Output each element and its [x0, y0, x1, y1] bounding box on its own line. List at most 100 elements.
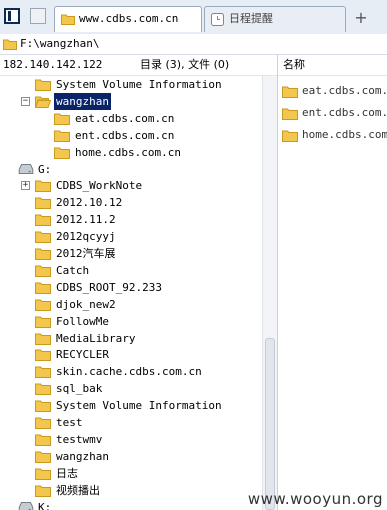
drive-icon [18, 501, 34, 510]
folder-icon [35, 434, 51, 446]
folder-icon [35, 316, 51, 328]
scrollbar-thumb[interactable] [265, 338, 275, 510]
tree-folder-node[interactable]: 2012汽车展 [0, 245, 262, 262]
tree-node-label: G: [38, 162, 52, 176]
item-count: 目录 (3), 文件 (0) [140, 58, 230, 71]
tree-drive-node[interactable]: G: [0, 161, 262, 178]
folder-icon [35, 299, 51, 311]
tree-node-label: wangzhan [56, 449, 109, 463]
tree-folder-node[interactable]: RECYCLER [0, 346, 262, 363]
tree-folder-node[interactable]: djok_new2 [0, 296, 262, 313]
folder-icon [35, 197, 51, 210]
folder-icon [35, 265, 51, 277]
tree-node-label: 2012汽车展 [56, 247, 116, 260]
tree-folder-node[interactable]: 2012.11.2 [0, 211, 262, 228]
folder-icon [61, 14, 75, 25]
drive-icon [18, 163, 34, 174]
folder-icon [282, 130, 298, 142]
folder-icon [35, 383, 51, 396]
tree-scrollbar[interactable] [262, 76, 277, 510]
folder-icon [35, 485, 51, 497]
tree-node-label: test [56, 416, 83, 429]
folder-icon [35, 366, 51, 379]
folder-icon [54, 147, 70, 159]
tree-node-label: skin.cache.cdbs.com.cn [56, 365, 202, 379]
watermark: www.wooyun.org [247, 490, 383, 508]
tree-node-label: 日志 [56, 466, 78, 480]
tree-folder-node[interactable]: 2012qcyyj [0, 228, 262, 245]
tree-node-label: eat.cdbs.com.cn [75, 111, 175, 125]
folder-icon [35, 349, 51, 362]
tree-node-label: 视频播出 [56, 483, 100, 497]
folder-icon [54, 130, 70, 142]
tree-folder-node[interactable]: 日志 [0, 465, 262, 482]
panel-toggle-icon[interactable] [4, 8, 20, 24]
tree-node-label: MediaLibrary [56, 331, 136, 345]
tree-node-label: testwmv [56, 432, 103, 446]
tree-drive-node[interactable]: K: [0, 499, 262, 510]
tree-node-label: System Volume Information [56, 399, 222, 413]
folder-icon [35, 333, 51, 345]
tree-folder-node[interactable]: FollowMe [0, 313, 262, 330]
address-path: F:\wangzhan\ [20, 37, 100, 50]
tree-node-label: 2012.11.2 [56, 213, 116, 227]
folder-icon [282, 108, 298, 120]
tree-folder-node[interactable]: System Volume Information [0, 397, 262, 414]
tree-folder-node[interactable]: 2012.10.12 [0, 194, 262, 211]
address-bar[interactable]: F:\wangzhan\ [0, 34, 387, 55]
expand-toggle[interactable]: + [21, 181, 30, 191]
file-list-label: eat.cdbs.com.cn [302, 84, 387, 97]
collapse-toggle[interactable]: − [21, 96, 30, 106]
tree-node-label: 2012qcyyj [56, 230, 116, 244]
tree-folder-node[interactable]: − wangzhan [0, 92, 262, 110]
tree-node-label: CDBS_ROOT_92.233 [56, 280, 162, 294]
tree-folder-node[interactable]: test [0, 414, 262, 431]
tree-folder-node[interactable]: home.cdbs.com.cn [0, 144, 262, 161]
tab-label: www.cdbs.com.cn [79, 12, 179, 25]
tree-folder-node[interactable]: CDBS_ROOT_92.233 [0, 279, 262, 296]
tree-node-label: RECYCLER [56, 348, 109, 362]
info-header: 182.140.142.122 目录 (3), 文件 (0) 名称 [0, 55, 387, 76]
tab-bar: www.cdbs.com.cn 日程提醒 + [0, 0, 387, 35]
tree-folder-node[interactable]: ent.cdbs.com.cn [0, 127, 262, 144]
tree-folder-node[interactable]: MediaLibrary [0, 330, 262, 347]
tree-folder-node[interactable]: testwmv [0, 431, 262, 448]
tree-node-label: sql_bak [56, 382, 103, 396]
tree-folder-node[interactable]: skin.cache.cdbs.com.cn [0, 363, 262, 380]
tree-node-label: System Volume Information [56, 78, 222, 91]
new-window-icon[interactable] [30, 8, 46, 24]
folder-icon [35, 451, 51, 463]
tree-node-label: FollowMe [56, 314, 109, 328]
add-tab-button[interactable]: + [350, 8, 372, 28]
folder-icon [35, 400, 51, 413]
file-list-label: home.cdbs.com.cn [302, 128, 387, 141]
file-list: eat.cdbs.com.cn ent.cdbs.com.cn home.cdbs.… [278, 76, 387, 510]
tree-node-label: wangzhan [54, 92, 111, 110]
tab-schedule[interactable]: 日程提醒 [204, 6, 346, 32]
host-ip: 182.140.142.122 [3, 58, 103, 71]
tree-folder-node[interactable]: eat.cdbs.com.cn [0, 110, 262, 127]
clock-icon [211, 13, 224, 26]
name-column-header[interactable]: 名称 [283, 55, 305, 75]
open-folder-icon [35, 96, 51, 108]
folder-icon [35, 79, 51, 91]
tree-node-label: Catch [56, 263, 90, 277]
tree-node-label: djok_new2 [56, 297, 116, 311]
tree-folder-node[interactable]: 视频播出 [0, 482, 262, 499]
tree-folder-node[interactable]: + CDBS_WorkNote [0, 177, 262, 194]
folder-icon [3, 39, 17, 50]
folder-icon [35, 248, 51, 260]
tree-folder-node[interactable]: Catch [0, 262, 262, 279]
folder-icon [35, 468, 51, 480]
tab-label: 日程提醒 [229, 12, 273, 25]
folder-icon [35, 231, 51, 244]
tree-folder-node[interactable]: System Volume Information [0, 76, 262, 93]
tree-folder-node[interactable]: wangzhan [0, 448, 262, 465]
file-list-label: ent.cdbs.com.cn [302, 106, 387, 119]
tab-cdbs[interactable]: www.cdbs.com.cn [54, 6, 202, 32]
folder-icon [35, 282, 51, 294]
folder-icon [282, 86, 298, 98]
tree-node-label: CDBS_WorkNote [56, 179, 143, 193]
tree-folder-node[interactable]: sql_bak [0, 380, 262, 397]
tree-node-label: ent.cdbs.com.cn [75, 128, 175, 142]
